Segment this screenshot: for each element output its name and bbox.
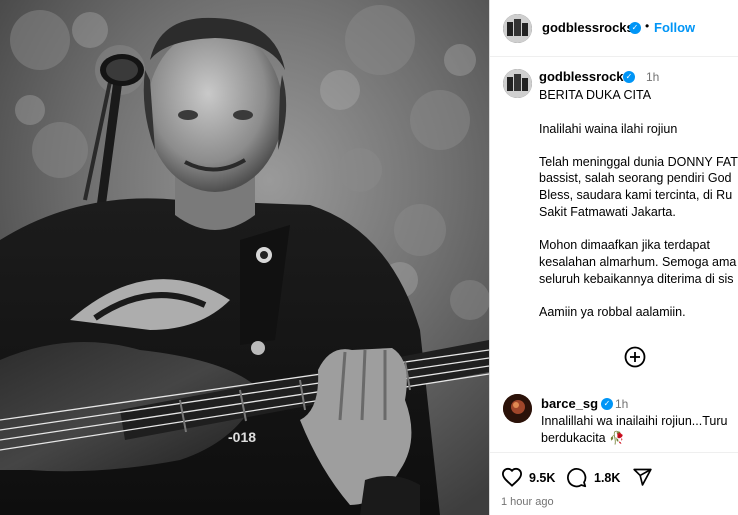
caption-line: seluruh kebaikannya diterima di sis [539, 272, 734, 286]
caption-line: Bless, saudara kami tercinta, di Ru [539, 188, 733, 202]
caption-line: bassist, salah seorang pendiri God [539, 171, 732, 185]
post-header: godblessrocks ✓ • Follow [490, 0, 738, 57]
author-username[interactable]: godblessrocks [542, 20, 634, 35]
follow-button[interactable]: Follow [654, 20, 695, 35]
caption-line: Inalilahi waina ilahi rojiun [539, 122, 678, 136]
comment-line: berdukacita 🥀 [541, 431, 625, 445]
bassist-photo: -018 [0, 0, 489, 515]
like-count[interactable]: 9.5K [529, 471, 555, 485]
commenter-avatar[interactable] [503, 394, 532, 423]
add-circle-icon[interactable] [624, 346, 646, 368]
heart-icon[interactable] [501, 467, 523, 487]
caption-line: Aamiin ya robbal aalamiin. [539, 305, 686, 319]
caption-line: Sakit Fatmawati Jakarta. [539, 205, 676, 219]
post-photo[interactable]: -018 [0, 0, 489, 515]
share-icon[interactable] [632, 467, 653, 487]
caption-line: Mohon dimaafkan jika terdapat [539, 238, 710, 252]
shirt-text: -018 [228, 429, 256, 445]
caption-username[interactable]: godblessrocks [539, 69, 631, 84]
caption-avatar[interactable] [503, 69, 532, 98]
comment-icon[interactable] [566, 467, 587, 488]
verified-badge-icon: ✓ [601, 398, 613, 410]
verified-badge-icon: ✓ [629, 22, 641, 34]
comment-count[interactable]: 1.8K [594, 471, 620, 485]
verified-badge-icon: ✓ [623, 71, 635, 83]
comment-line: Innalillahi wa inailaihi rojiun...Turu [541, 414, 728, 428]
caption-time[interactable]: 1h [646, 70, 659, 84]
caption-line: Telah meninggal dunia DONNY FAT [539, 155, 738, 169]
caption-line: kesalahan almarhum. Semoga ama [539, 255, 737, 269]
post-side-panel: godblessrocks ✓ • Follow godblessrocks ✓… [490, 0, 738, 515]
comment-time[interactable]: 1h [615, 397, 628, 411]
commenter-username[interactable]: barce_sg [541, 396, 598, 411]
caption-line: BERITA DUKA CITA [539, 88, 652, 102]
posted-time[interactable]: 1 hour ago [501, 496, 554, 508]
separator-dot: • [645, 19, 650, 33]
action-bar: 9.5K 1.8K 1 hour ago [490, 452, 738, 515]
author-avatar[interactable] [503, 14, 532, 43]
